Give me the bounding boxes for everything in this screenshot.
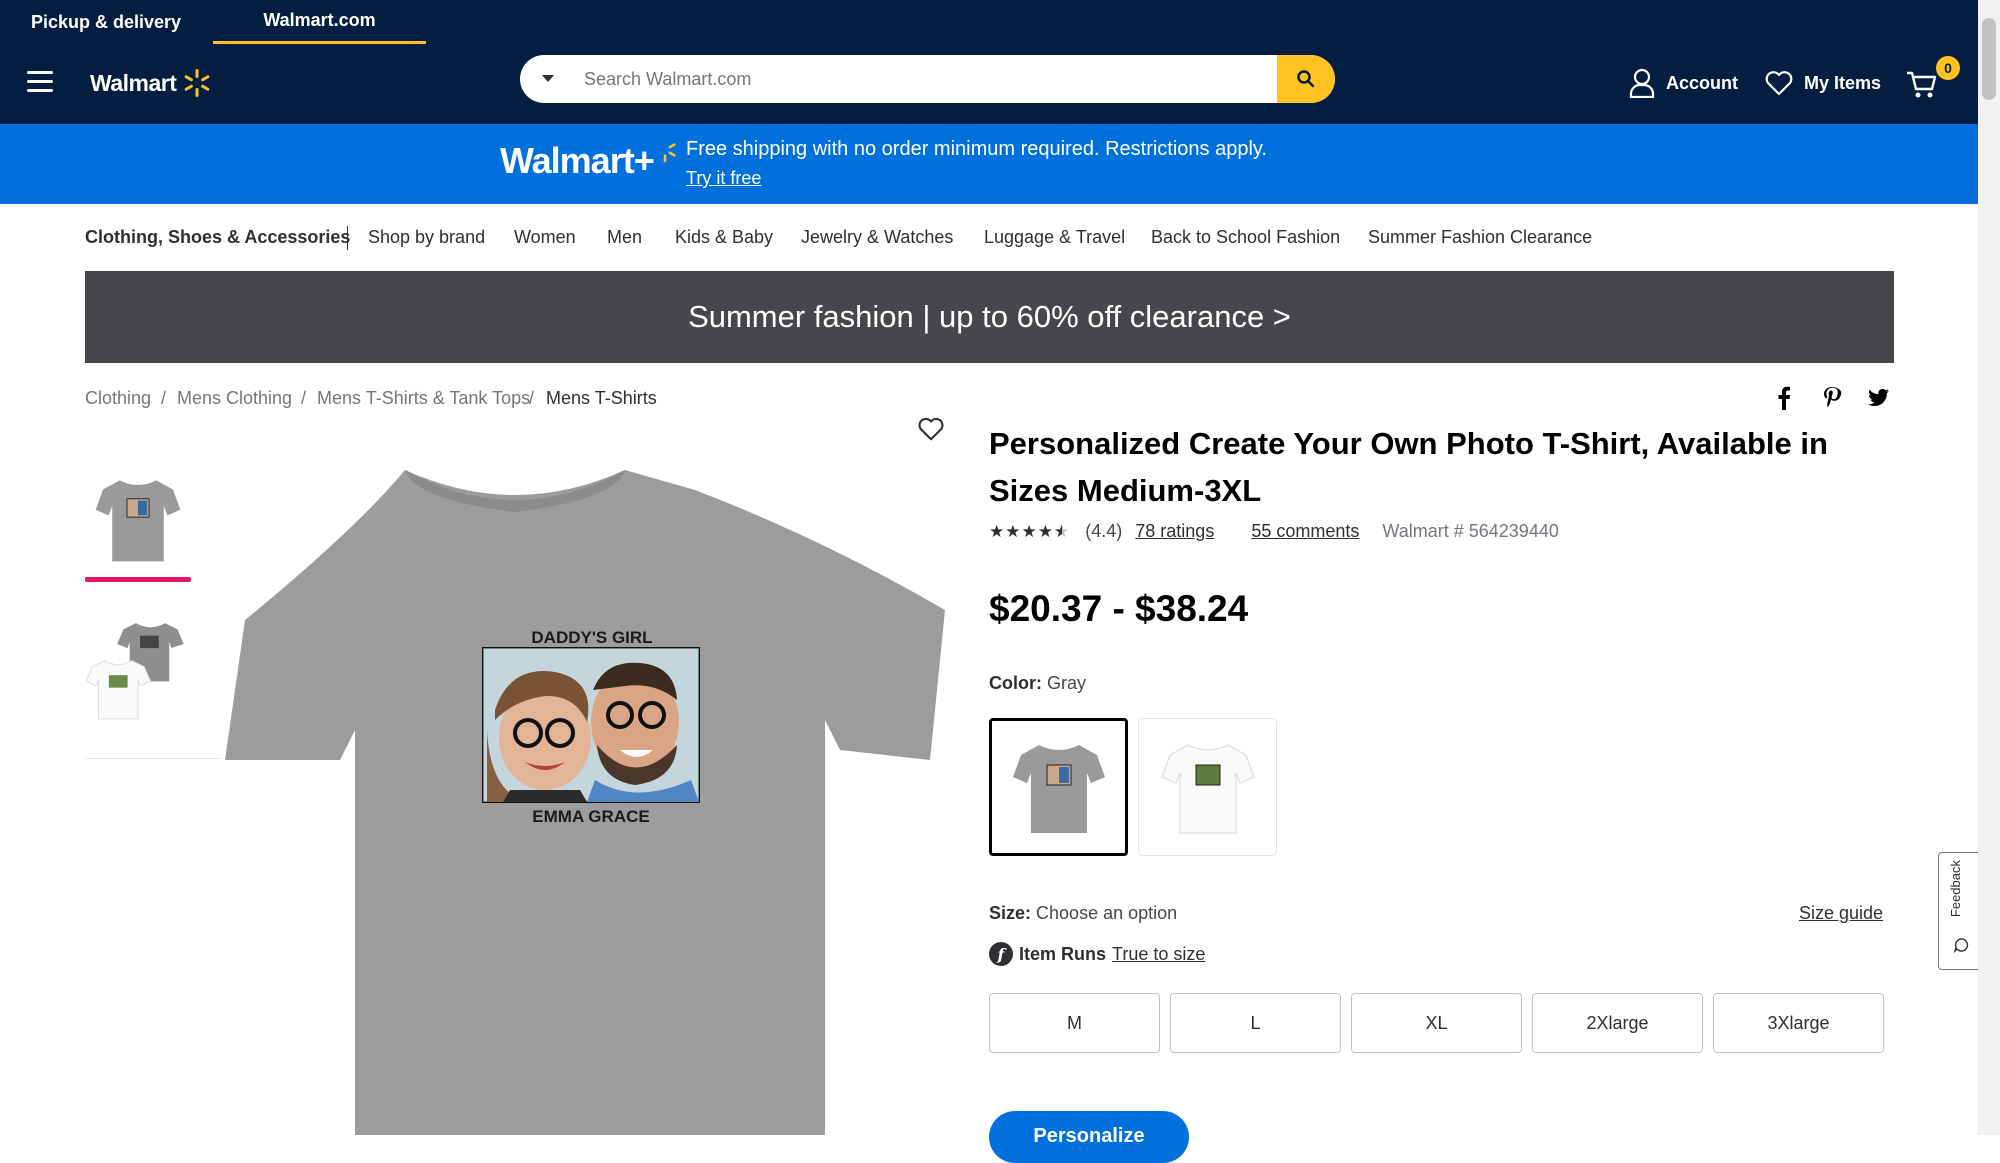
- spark-icon: [185, 69, 210, 97]
- gray-and-white-shirts-thumbnail: [86, 623, 184, 720]
- breadcrumb-separator: /: [161, 388, 167, 408]
- thumbnail-gray-shirt[interactable]: [85, 466, 191, 572]
- white-shirt-swatch: [1160, 744, 1255, 834]
- size-option-3xlarge[interactable]: 3Xlarge: [1713, 993, 1884, 1053]
- ratings-link[interactable]: 78 ratings: [1135, 521, 1214, 541]
- thumbnail-selected-indicator: [85, 577, 191, 582]
- walmart-plus-logo: Walmart+: [500, 140, 678, 182]
- product-image[interactable]: DADDY'S GIRL EMMA GRACE: [225, 460, 945, 1135]
- size-option-l[interactable]: L: [1170, 993, 1341, 1053]
- try-it-free-link[interactable]: Try it free: [686, 168, 761, 189]
- pinterest-icon[interactable]: [1822, 386, 1842, 415]
- category-luggage-travel[interactable]: Luggage & Travel: [984, 227, 1125, 253]
- walmart-logo[interactable]: Walmart: [90, 68, 212, 98]
- walmart-plus-banner: [0, 124, 1978, 204]
- tab-walmart-com[interactable]: Walmart.com: [213, 0, 426, 44]
- category-shop-by-brand[interactable]: Shop by brand: [368, 227, 485, 253]
- menu-icon[interactable]: [27, 71, 53, 95]
- star-rating: ★★★★★★: [989, 522, 1071, 541]
- logo-text: Walmart: [90, 69, 177, 96]
- breadcrumb-mens-tshirts-tank-tops[interactable]: Mens T-Shirts & Tank Tops: [317, 388, 530, 409]
- favorite-heart-icon: [918, 417, 944, 441]
- category-summer-clearance[interactable]: Summer Fashion Clearance: [1368, 227, 1592, 253]
- gray-shirt-swatch: [1012, 745, 1105, 833]
- size-value: Choose an option: [1036, 903, 1178, 923]
- size-row: Size: Choose an option: [989, 903, 1177, 924]
- category-women[interactable]: Women: [514, 227, 576, 253]
- size-guide-link[interactable]: Size guide: [1799, 903, 1883, 924]
- gray-shirt-thumbnail: [95, 480, 181, 562]
- price-range: $20.37 - $38.24: [989, 588, 1249, 629]
- plus-banner-message: Free shipping with no order minimum requ…: [686, 138, 1267, 160]
- my-items-label: My Items: [1804, 72, 1882, 93]
- breadcrumb-mens-tshirts[interactable]: Mens T-Shirts: [546, 388, 657, 409]
- user-icon: [1629, 68, 1655, 98]
- category-men[interactable]: Men: [607, 227, 642, 253]
- category-kids-baby[interactable]: Kids & Baby: [675, 227, 773, 253]
- cart-button[interactable]: [1906, 70, 1938, 105]
- size-option-m[interactable]: M: [989, 993, 1160, 1053]
- tab-pickup-delivery[interactable]: Pickup & delivery: [20, 0, 192, 44]
- true-to-size-link[interactable]: True to size: [1112, 944, 1205, 965]
- breadcrumb-mens-clothing[interactable]: Mens Clothing: [177, 388, 292, 409]
- search-input[interactable]: [582, 55, 1242, 103]
- feedback-label: Feedback: [1948, 860, 1963, 918]
- breadcrumb-clothing[interactable]: Clothing: [85, 388, 151, 409]
- heart-icon: [1765, 71, 1793, 96]
- breadcrumb-separator: /: [301, 388, 307, 408]
- page-scrollbar[interactable]: [1978, 0, 2000, 1135]
- breadcrumb-separator: /: [529, 388, 535, 408]
- my-items-link[interactable]: My Items: [1764, 70, 1881, 96]
- favorite-button[interactable]: [917, 416, 945, 447]
- plus-logo-text: Walmart+: [500, 140, 655, 181]
- cart-count-badge: 0: [1936, 56, 1960, 80]
- color-swatch-white[interactable]: [1138, 718, 1277, 856]
- size-option-xl[interactable]: XL: [1351, 993, 1522, 1053]
- facebook-icon[interactable]: [1777, 386, 1791, 415]
- shirt-bottom-text: EMMA GRACE: [532, 807, 649, 826]
- rating-value: (4.4): [1085, 521, 1123, 541]
- category-back-to-school[interactable]: Back to School Fashion: [1151, 227, 1340, 253]
- walmart-number: Walmart # 564239440: [1382, 521, 1559, 541]
- shirt-top-text: DADDY'S GIRL: [531, 628, 652, 647]
- thumbnail-gray-and-white-shirts[interactable]: [85, 618, 191, 724]
- search-bar: [520, 55, 1335, 103]
- fit-icon: f: [989, 942, 1013, 966]
- search-button[interactable]: [1277, 55, 1335, 103]
- fit-label: Item Runs: [1019, 943, 1107, 964]
- account-label: Account: [1666, 72, 1738, 93]
- account-link[interactable]: Account: [1628, 68, 1738, 98]
- color-value: Gray: [1047, 673, 1087, 693]
- category-jewelry-watches[interactable]: Jewelry & Watches: [801, 227, 953, 253]
- color-row: Color: Gray: [989, 673, 1086, 694]
- category-divider: [347, 226, 348, 250]
- rating-row: ★★★★★★ (4.4) 78 ratings 55 comments Walm…: [989, 521, 1559, 542]
- department-dropdown-icon[interactable]: [542, 75, 554, 82]
- twitter-icon[interactable]: [1868, 388, 1890, 413]
- category-clothing[interactable]: Clothing, Shoes & Accessories: [85, 227, 350, 253]
- feedback-icon: [1953, 937, 1969, 958]
- scrollbar-thumb[interactable]: [1982, 18, 1996, 100]
- product-title: Personalized Create Your Own Photo T-Shi…: [989, 426, 1828, 508]
- cart-icon: [1907, 71, 1937, 98]
- gray-tshirt-image: DADDY'S GIRL EMMA GRACE: [225, 470, 945, 1135]
- search-icon: [1297, 70, 1315, 88]
- fit-row: f Item Runs True to size: [989, 942, 1205, 966]
- comments-link[interactable]: 55 comments: [1251, 521, 1359, 541]
- spark-icon: [663, 143, 676, 163]
- color-label: Color:: [989, 673, 1042, 693]
- personalize-button[interactable]: Personalize: [989, 1111, 1189, 1163]
- size-option-2xlarge[interactable]: 2Xlarge: [1532, 993, 1703, 1053]
- size-label: Size:: [989, 903, 1032, 923]
- promo-banner[interactable]: Summer fashion | up to 60% off clearance…: [85, 271, 1894, 363]
- thumbnail-divider: [85, 758, 220, 759]
- color-swatch-gray[interactable]: [989, 718, 1128, 856]
